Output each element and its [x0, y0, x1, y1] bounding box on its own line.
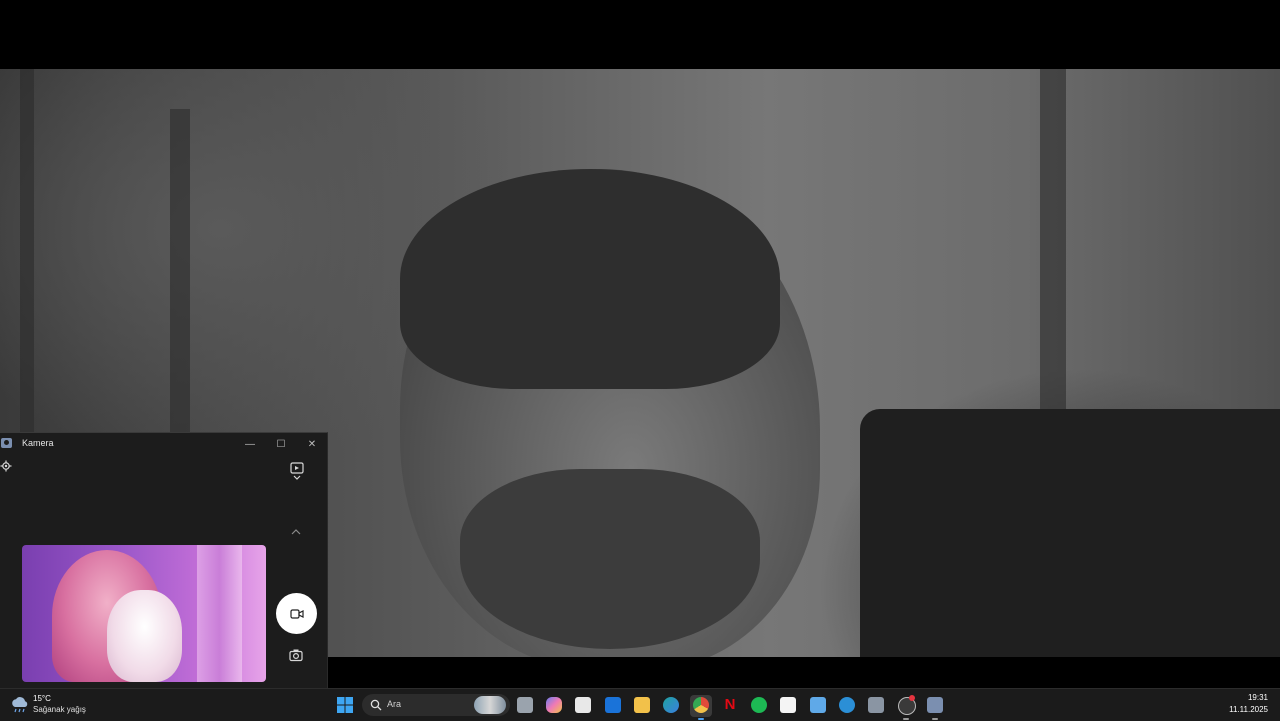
- taskbar-search[interactable]: Ara: [362, 694, 510, 716]
- camera-titlebar[interactable]: Kamera — ☐ ✕: [0, 433, 327, 455]
- man-hair: [400, 169, 780, 389]
- window-title: Kamera: [22, 438, 54, 448]
- spotify-icon[interactable]: [751, 697, 767, 713]
- file-explorer-icon[interactable]: [634, 697, 650, 713]
- netflix-icon[interactable]: N: [722, 697, 738, 713]
- edge-icon[interactable]: [663, 697, 679, 713]
- minimize-button[interactable]: —: [236, 435, 264, 453]
- preview-dog: [107, 590, 182, 682]
- notepad-icon[interactable]: [810, 697, 826, 713]
- camera-icon[interactable]: [289, 648, 303, 662]
- chevron-up-icon[interactable]: [289, 527, 303, 537]
- close-button[interactable]: ✕: [298, 435, 326, 453]
- microsoft-store-icon[interactable]: [575, 697, 591, 713]
- windows-start-icon[interactable]: [337, 697, 353, 713]
- paint-icon[interactable]: [780, 697, 796, 713]
- camera-preview: [22, 545, 266, 682]
- camera-app-icon[interactable]: [927, 697, 943, 713]
- weather-temperature: 15°C: [33, 694, 51, 703]
- weather-widget[interactable]: 15°C Sağanak yağış: [10, 694, 110, 716]
- outlook-icon[interactable]: [605, 697, 621, 713]
- chrome-icon[interactable]: [693, 697, 709, 713]
- search-highlight-image: [474, 696, 506, 714]
- notification-badge: [909, 695, 915, 701]
- taskbar: 15°C Sağanak yağış Ara N 19:31 11.11.202…: [0, 688, 1280, 721]
- video-photo-toggle-icon[interactable]: [289, 461, 305, 483]
- edge-beta-icon[interactable]: [839, 697, 855, 713]
- clock-time[interactable]: 19:31: [1248, 693, 1268, 702]
- calculator-icon[interactable]: [868, 697, 884, 713]
- video-camera-icon: [289, 608, 304, 619]
- search-icon: [370, 699, 382, 711]
- man-shirt: [860, 409, 1280, 657]
- man-beard: [460, 469, 760, 649]
- record-video-button[interactable]: [276, 593, 317, 634]
- maximize-button[interactable]: ☐: [267, 435, 295, 453]
- weather-description: Sağanak yağış: [33, 705, 86, 714]
- copilot-icon[interactable]: [546, 697, 562, 713]
- camera-app-icon: [1, 438, 12, 448]
- search-label: Ara: [387, 699, 402, 709]
- clock-date[interactable]: 11.11.2025: [1229, 705, 1268, 714]
- camera-window: Kamera — ☐ ✕: [0, 432, 328, 689]
- rain-cloud-icon: [12, 697, 28, 713]
- gear-icon[interactable]: [0, 460, 12, 472]
- task-view-icon[interactable]: [517, 697, 533, 713]
- preview-curtain: [197, 545, 242, 682]
